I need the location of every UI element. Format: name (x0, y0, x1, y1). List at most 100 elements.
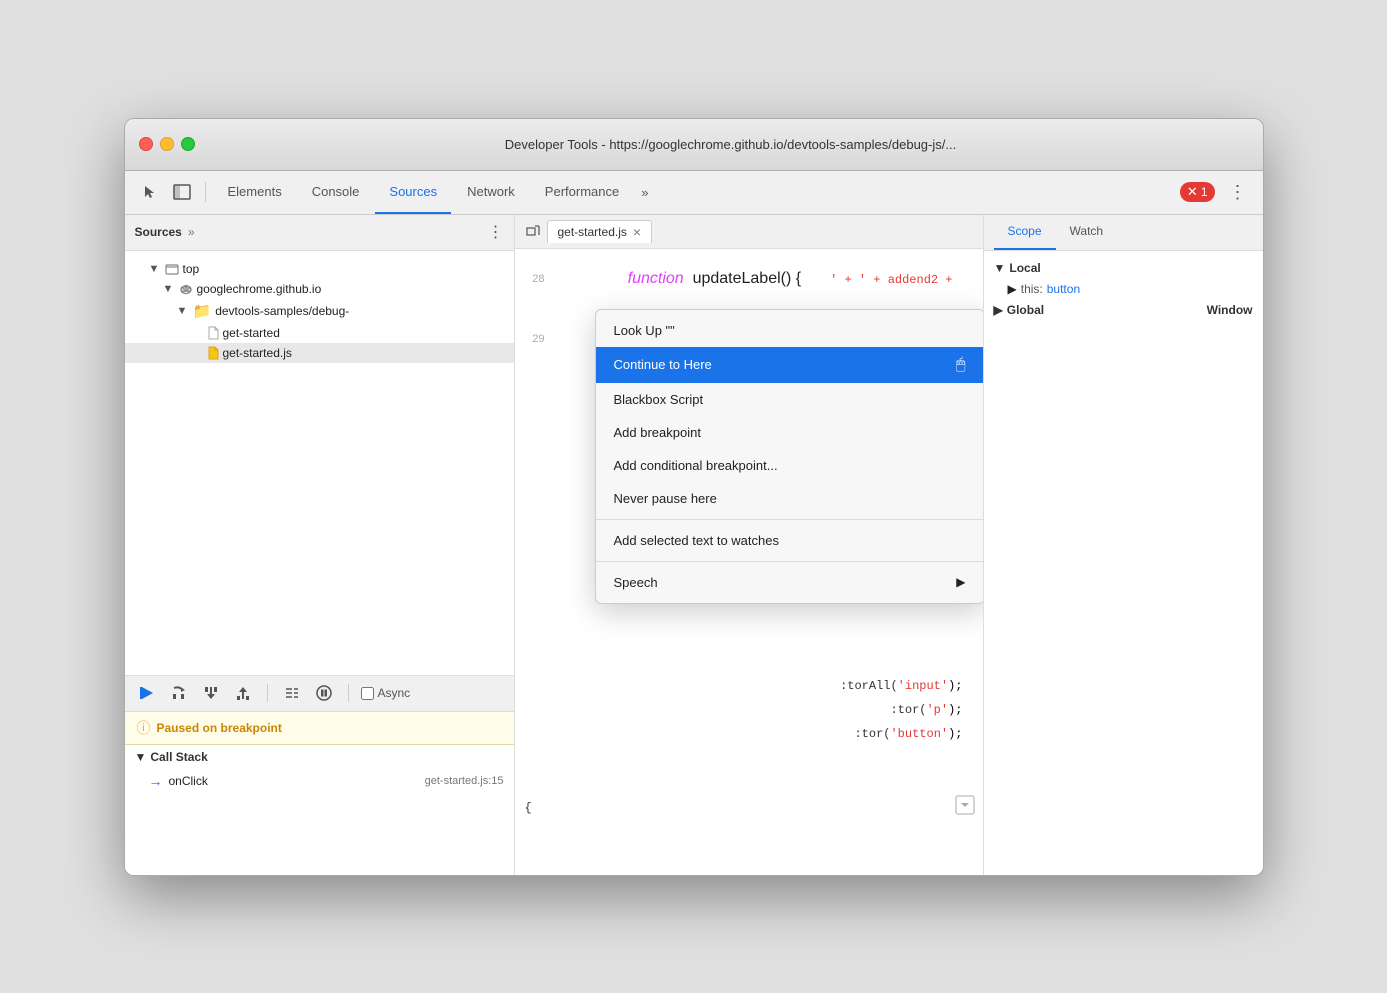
ctx-blackbox[interactable]: Blackbox Script (596, 383, 983, 416)
code-editor: get-started.js × 28 function updateLabel… (515, 215, 983, 875)
tree-item-googlechrome[interactable]: ▼ googlechrome.github.io (125, 279, 514, 299)
main-area: Sources » ⋮ ▼ top ▼ (125, 215, 1263, 875)
back-icon (526, 224, 540, 238)
tree-item-get-started-js[interactable]: get-started.js (125, 343, 514, 363)
cursor-tool-button[interactable] (135, 177, 165, 207)
ctx-add-breakpoint[interactable]: Add breakpoint (596, 416, 983, 449)
dock-button[interactable] (167, 177, 197, 207)
window-title: Developer Tools - https://googlechrome.g… (213, 137, 1249, 152)
maximize-button[interactable] (181, 137, 195, 151)
call-stack-location: get-started.js:15 (425, 775, 504, 787)
tab-sources[interactable]: Sources (375, 170, 451, 214)
resume-button[interactable] (135, 681, 159, 705)
devtools-menu-button[interactable]: ⋮ (1223, 182, 1253, 203)
call-stack-header[interactable]: ▼ Call Stack (125, 745, 514, 769)
panel-menu-button[interactable]: ⋮ (488, 222, 504, 242)
editor-back-button[interactable] (521, 219, 545, 243)
close-button[interactable] (139, 137, 153, 151)
tree-item-top[interactable]: ▼ top (125, 259, 514, 279)
tab-network[interactable]: Network (453, 170, 529, 214)
step-into-icon (202, 684, 220, 702)
scroll-indicator[interactable] (955, 795, 975, 820)
ctx-add-conditional[interactable]: Add conditional breakpoint... (596, 449, 983, 482)
toolbar-divider (205, 182, 206, 202)
ctx-never-pause[interactable]: Never pause here (596, 482, 983, 515)
scope-item-this: ▶ this: button (984, 279, 1263, 299)
dock-icon (173, 184, 191, 200)
editor-tab-close-button[interactable]: × (633, 225, 641, 239)
editor-tab-get-started-js[interactable]: get-started.js × (547, 220, 653, 243)
code-overflow-3: :tor('p'); (890, 703, 962, 717)
scope-panel: Scope Watch ▼ Local ▶ this: (983, 215, 1263, 875)
scope-tab-scope[interactable]: Scope (994, 214, 1056, 250)
code-overflow-2: :torAll('input'); (840, 679, 962, 693)
tree-item-get-started[interactable]: get-started (125, 323, 514, 343)
line-num-29: 29 (515, 329, 553, 349)
step-over-button[interactable] (167, 681, 191, 705)
breakpoints-toggle-button[interactable] (280, 681, 304, 705)
right-area: get-started.js × 28 function updateLabel… (515, 215, 1263, 875)
local-scope-header[interactable]: ▼ Local (984, 257, 1263, 279)
tree-label-googlechrome: googlechrome.github.io (197, 282, 322, 296)
call-stack-arrow: ▼ (135, 750, 147, 764)
ctx-look-up-label: Look Up "" (614, 323, 675, 338)
step-into-button[interactable] (199, 681, 223, 705)
bottom-panel: Async ⓘ Paused on breakpoint ▼ Call Stac… (125, 675, 514, 875)
cursor-mouse-indicator: 🖱 (956, 356, 966, 374)
scope-val-this: button (1047, 282, 1080, 296)
tab-console[interactable]: Console (298, 170, 374, 214)
debug-divider-1 (267, 684, 268, 702)
title-bar: Developer Tools - https://googlechrome.g… (125, 119, 1263, 171)
more-tabs-button[interactable]: » (635, 185, 654, 200)
cloud-icon (179, 282, 193, 296)
tree-label-get-started: get-started (223, 326, 280, 340)
global-label: Global (1007, 303, 1044, 317)
file-tree: ▼ top ▼ googlechrome. (125, 251, 514, 675)
pause-button[interactable] (312, 681, 336, 705)
scope-tab-watch[interactable]: Watch (1056, 214, 1118, 250)
devtools-toolbar: Elements Console Sources Network Perform… (125, 171, 1263, 215)
call-stack-function: onClick (169, 774, 208, 788)
tree-arrow-top: ▼ (149, 263, 161, 275)
async-checkbox-input[interactable] (361, 687, 374, 700)
error-badge[interactable]: ✕ 1 (1180, 182, 1215, 202)
tab-performance[interactable]: Performance (531, 170, 633, 214)
file-icon-js (207, 346, 219, 360)
call-stack-item[interactable]: → onClick get-started.js:15 (125, 769, 514, 793)
ctx-speech[interactable]: Speech ▶ (596, 566, 983, 599)
minimize-button[interactable] (160, 137, 174, 151)
debug-divider-2 (348, 684, 349, 702)
tree-arrow-googlechrome: ▼ (163, 283, 175, 295)
cursor-icon (142, 184, 158, 200)
context-menu: Look Up "" Continue to Here 🖱 Blackbox S… (595, 309, 983, 604)
ctx-continue-here[interactable]: Continue to Here 🖱 (596, 347, 983, 383)
scope-content: ▼ Local ▶ this: button ▶ Global Win (984, 251, 1263, 875)
tree-label-devtools: devtools-samples/debug- (215, 304, 349, 318)
debug-toolbar: Async (125, 676, 514, 712)
code-content: 28 function updateLabel() { 29 var adden… (515, 249, 983, 875)
local-arrow: ▼ (994, 261, 1006, 275)
step-out-icon (234, 684, 252, 702)
editor-tab-label: get-started.js (558, 225, 627, 239)
ctx-add-watches[interactable]: Add selected text to watches (596, 524, 983, 557)
scope-expand-this[interactable]: ▶ (1008, 282, 1017, 296)
tree-item-devtools-samples[interactable]: ▼ 📁 devtools-samples/debug- (125, 299, 514, 323)
ctx-look-up[interactable]: Look Up "" (596, 314, 983, 347)
code-overflow-1: ' + ' + addend2 + (830, 273, 952, 287)
ctx-continue-label: Continue to Here (614, 357, 712, 372)
panel-more-button[interactable]: » (188, 225, 195, 239)
tree-label-top: top (183, 262, 200, 276)
tab-elements[interactable]: Elements (214, 170, 296, 214)
toolbar-right: ✕ 1 ⋮ (1180, 182, 1253, 203)
pause-icon (315, 684, 333, 702)
ctx-separator-2 (596, 561, 983, 562)
global-scope-header[interactable]: ▶ Global Window (984, 299, 1263, 321)
async-checkbox-label[interactable]: Async (361, 686, 411, 700)
call-stack-section: ▼ Call Stack → onClick get-started.js:15 (125, 745, 514, 875)
global-value: Window (1207, 303, 1253, 317)
code-brace-line: { (525, 801, 532, 815)
step-out-button[interactable] (231, 681, 255, 705)
scope-tabs: Scope Watch (984, 215, 1263, 251)
global-arrow: ▶ (994, 303, 1003, 317)
paused-banner: ⓘ Paused on breakpoint (125, 712, 514, 745)
